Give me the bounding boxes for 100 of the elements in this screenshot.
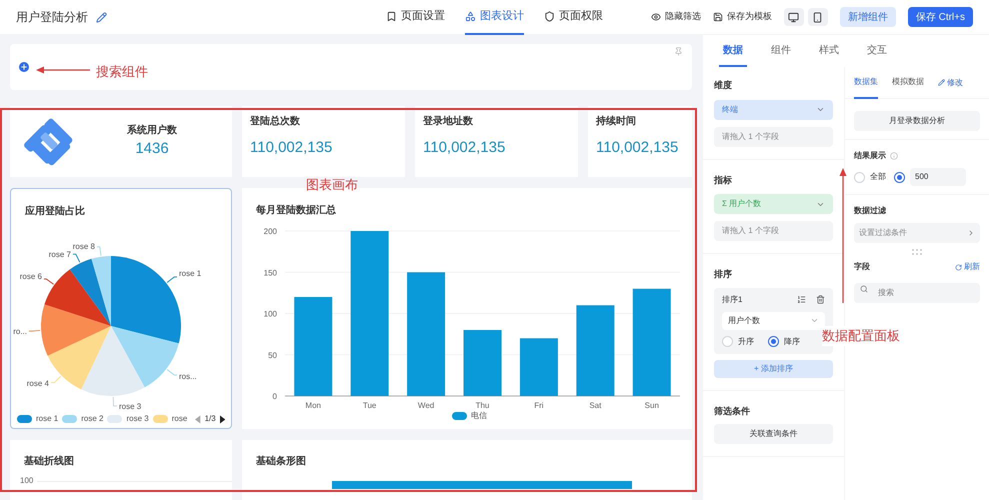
leader-line <box>72 254 80 263</box>
add-sort-button[interactable]: + 添加排序 <box>714 360 833 378</box>
section-title: 字段 <box>854 261 870 273</box>
annotation-arrow <box>36 66 90 74</box>
count-field[interactable]: 500 <box>910 168 966 186</box>
x-tick-label: Sat <box>589 401 602 410</box>
measure-select[interactable]: Σ 用户个数 <box>714 194 833 214</box>
edit-link[interactable]: 修改 <box>938 76 963 88</box>
radio-label: 降序 <box>784 336 800 348</box>
slice-label: rose 4 <box>26 379 49 388</box>
chevron-right-icon <box>967 229 975 237</box>
pencil-icon <box>938 79 945 86</box>
legend-page: 1/3 <box>204 413 216 425</box>
section-title: 排序 <box>714 268 733 281</box>
leader-line <box>28 330 41 332</box>
legend-swatch <box>452 412 467 420</box>
panel-tab[interactable]: 组件 <box>767 35 795 67</box>
x-tick-label: Sun <box>644 401 659 410</box>
toolbar-action[interactable]: 隐藏筛选 <box>650 10 701 24</box>
dataset-tab[interactable]: 数据集 <box>854 66 878 98</box>
page-title: 用户登陆分析 <box>16 9 88 26</box>
bar <box>520 338 558 396</box>
phone-icon <box>812 12 824 22</box>
add-icon[interactable] <box>19 62 29 72</box>
save-button[interactable]: 保存 Ctrl+s <box>908 7 973 27</box>
panel-tab[interactable]: 数据 <box>719 35 747 67</box>
search-field[interactable]: 搜索 <box>854 282 980 302</box>
legend-label: rose 3 <box>126 413 149 425</box>
eye-icon <box>650 12 661 22</box>
chart-title: 每月登陆数据汇总 <box>255 204 337 218</box>
y-tick-label: 100 <box>264 310 277 318</box>
x-tick-label: Wed <box>418 401 434 410</box>
slice-label: ro... <box>13 327 27 336</box>
refresh-icon <box>955 264 962 270</box>
leader-line <box>112 396 118 406</box>
stat-value: 110,002,135 <box>423 138 506 158</box>
slice-label: rose 8 <box>72 242 95 251</box>
sort-field-select[interactable]: 用户个数 <box>722 312 825 330</box>
radio-button[interactable] <box>768 336 779 347</box>
slice-label: rose 7 <box>48 250 71 259</box>
shield-icon <box>544 10 555 22</box>
radio-label: 全部 <box>870 171 886 183</box>
edit-icon[interactable] <box>96 12 107 22</box>
slice-label: rose 1 <box>179 269 202 278</box>
legend-label: rose 1 <box>36 413 58 425</box>
leader-line <box>44 278 54 285</box>
x-tick-label: Thu <box>476 401 490 410</box>
panel-tab[interactable]: 交互 <box>863 35 891 67</box>
dataset-tab[interactable]: 模拟数据 <box>892 66 924 98</box>
x-tick-label: Mon <box>305 401 321 410</box>
search-icon <box>860 285 868 293</box>
shapes-icon <box>465 10 476 22</box>
filter-field[interactable]: 设置过滤条件 <box>854 223 980 243</box>
radio-button[interactable] <box>894 172 905 182</box>
section-title: 数据过滤 <box>854 205 887 217</box>
drag-handle-icon[interactable] <box>912 249 922 255</box>
header-tab[interactable]: 页面权限 <box>544 0 603 34</box>
legend-label: 电信 <box>471 410 487 422</box>
add-component-button[interactable]: 新增组件 <box>840 7 896 27</box>
drop-field[interactable]: 请拖入 1 个字段 <box>714 126 833 146</box>
bookmark-icon <box>386 10 397 22</box>
bar <box>464 330 502 396</box>
annotation-label: 搜索组件 <box>96 63 148 81</box>
section-title: 维度 <box>714 79 733 92</box>
linked-query-button[interactable]: 关联查询条件 <box>714 424 833 444</box>
leader-line <box>50 376 62 384</box>
desktop-view-button[interactable] <box>784 8 804 26</box>
chart-title: 基础条形图 <box>255 454 307 469</box>
x-tick-label: Tue <box>362 401 376 410</box>
section-title: 筛选条件 <box>714 404 751 418</box>
chart-title: 应用登陆占比 <box>24 204 86 219</box>
sort-order-icon[interactable] <box>797 295 806 304</box>
radio-label: 升序 <box>738 336 754 348</box>
legend-label: rose <box>172 413 188 425</box>
next-page-icon[interactable] <box>220 414 225 424</box>
toolbar-action[interactable]: 保存为模板 <box>712 10 772 24</box>
annotation-label: 图表画布 <box>306 176 358 194</box>
chevron-down-icon <box>810 316 819 325</box>
chevron-down-icon <box>816 105 825 114</box>
leader-line <box>166 369 178 376</box>
refresh-link[interactable]: 刷新 <box>955 261 980 273</box>
y-tick-label: 100 <box>20 475 34 487</box>
legend-label: rose 2 <box>81 413 104 425</box>
y-tick-label: 0 <box>272 392 277 401</box>
dimension-select[interactable]: 终端 <box>714 100 833 120</box>
stat-value: 1436 <box>135 138 169 159</box>
slice-label: rose 3 <box>119 402 142 411</box>
slice-label: rose 6 <box>20 272 42 281</box>
monitor-icon <box>788 12 800 22</box>
chart-title: 基础折线图 <box>23 454 75 469</box>
section-title: 结果展示 <box>854 150 886 162</box>
delete-icon[interactable] <box>816 295 825 304</box>
x-tick-label: Fri <box>534 401 544 410</box>
y-tick-label: 150 <box>264 268 277 278</box>
panel-tab[interactable]: 样式 <box>815 35 843 67</box>
drop-field[interactable]: 请拖入 1 个字段 <box>714 221 833 241</box>
stat-value: 110,002,135 <box>250 138 332 158</box>
dataset-button[interactable]: 月登录数据分析 <box>854 111 980 131</box>
header-tab[interactable]: 页面设置 <box>386 0 445 34</box>
mobile-view-button[interactable] <box>808 8 828 26</box>
